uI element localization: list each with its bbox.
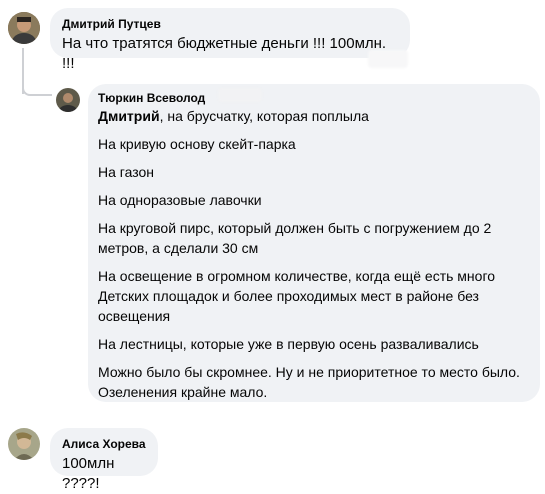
comment-paragraph: На газон [98, 164, 154, 180]
comment-paragraph: На освещение в огромном количестве, когд… [98, 268, 496, 324]
reply-bubble: Тюркин Всеволод Дмитрий, на брусчатку, к… [88, 84, 540, 402]
comment-paragraph: На одноразовые лавочки [98, 192, 262, 208]
comment-bubble: Дмитрий Путцев На что тратятся бюджетные… [50, 8, 410, 72]
avatar[interactable] [8, 428, 40, 460]
comment-paragraph: На кривую основу скейт-парка [98, 136, 296, 152]
avatar[interactable] [8, 12, 40, 44]
comment-author[interactable]: Алиса Хорева [62, 436, 146, 452]
thread-line-curve [22, 88, 52, 96]
user-photo-icon [8, 428, 40, 460]
comment-bubble: Алиса Хорева 100млн ????! [50, 428, 158, 492]
comment-paragraph: Можно было бы скромнее. Ну и не приорите… [98, 364, 520, 400]
redacted-area [218, 88, 262, 102]
comment-first-line: Дмитрий, на брусчатку, которая поплыла [98, 106, 528, 126]
comment-text: 100млн ????! [62, 455, 115, 492]
comment-text: , на брусчатку, которая поплыла [159, 108, 369, 124]
user-photo-icon [8, 12, 40, 44]
comment-author[interactable]: Дмитрий Путцев [62, 16, 398, 32]
mention-link[interactable]: Дмитрий [98, 108, 160, 124]
comment-author[interactable]: Тюркин Всеволод [98, 90, 528, 106]
comment-paragraph: На лестницы, которые уже в первую осень … [98, 336, 479, 352]
redacted-area [368, 50, 408, 68]
avatar[interactable] [56, 88, 80, 112]
comment-text: На что тратятся бюджетные деньги !!! 100… [62, 35, 387, 72]
user-photo-icon [56, 88, 80, 112]
comment-paragraph: На круговой пирс, который должен быть с … [98, 220, 492, 256]
